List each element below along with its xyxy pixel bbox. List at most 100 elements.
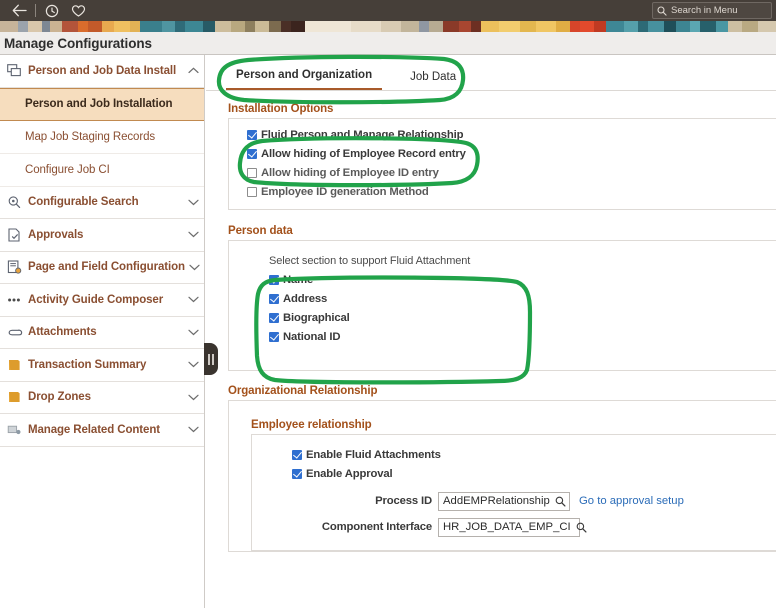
clock-icon[interactable] bbox=[39, 1, 65, 21]
sidebar-subitem-label: Map Job Staging Records bbox=[25, 130, 156, 143]
tab-label: Job Data bbox=[410, 71, 457, 83]
sidebar-item-label: Manage Related Content bbox=[28, 423, 160, 436]
sidebar-item-manage-related-content[interactable]: Manage Related Content bbox=[0, 414, 204, 447]
chevron-down-icon[interactable] bbox=[182, 329, 204, 336]
person-data-hint: Select section to support Fluid Attachme… bbox=[269, 254, 471, 267]
sidebar-item-person-and-job-installation[interactable]: Person and Job Installation bbox=[0, 87, 204, 121]
checkbox-row[interactable]: Fluid Person and Manage Relationship bbox=[229, 125, 776, 144]
sidebar-item-label: Person and Job Data Install bbox=[28, 64, 177, 77]
chevron-down-icon[interactable] bbox=[182, 361, 204, 368]
top-navigation-bar: Search in Menu bbox=[0, 0, 776, 21]
search-input[interactable]: Search in Menu bbox=[652, 2, 772, 19]
chevron-down-icon[interactable] bbox=[182, 199, 204, 206]
decorative-banner bbox=[0, 21, 776, 32]
checkbox-biographical[interactable] bbox=[269, 312, 279, 323]
sidebar-item-page-and-field-configuration[interactable]: Page and Field Configuration bbox=[0, 252, 204, 284]
checkbox-label: Employee ID generation Method bbox=[261, 185, 429, 198]
banner-segment bbox=[203, 21, 216, 32]
banner-segment bbox=[41, 21, 50, 32]
checkbox-allow-hiding-of-employee-record-entry[interactable] bbox=[247, 148, 257, 159]
installation-options-box: Fluid Person and Manage Relationship All… bbox=[228, 118, 776, 210]
checkbox-label: Allow hiding of Employee ID entry bbox=[261, 166, 439, 179]
checkbox-enable-approval[interactable] bbox=[292, 468, 302, 479]
input-value: HR_JOB_DATA_EMP_CI bbox=[443, 521, 571, 533]
sidebar-item-person-and-job-data-install[interactable]: Person and Job Data Install bbox=[0, 55, 204, 88]
tab-bar: Person and Organization Job Data bbox=[206, 55, 776, 91]
sidebar-subitem-label: Configure Job CI bbox=[25, 163, 110, 176]
sidebar-item-label: Activity Guide Composer bbox=[28, 293, 164, 306]
page-gear-icon bbox=[5, 258, 24, 276]
chevron-down-icon[interactable] bbox=[182, 296, 204, 303]
banner-segment bbox=[175, 21, 186, 32]
banner-segment bbox=[594, 21, 607, 32]
banner-segment bbox=[648, 21, 665, 32]
checkbox-label: National ID bbox=[283, 330, 341, 343]
sidebar-item-attachments[interactable]: Attachments bbox=[0, 317, 204, 349]
chevron-down-icon[interactable] bbox=[182, 394, 204, 401]
chevron-down-icon[interactable] bbox=[182, 231, 204, 238]
banner-segment bbox=[606, 21, 625, 32]
banner-segment bbox=[0, 21, 18, 32]
checkbox-row[interactable]: National ID bbox=[229, 327, 776, 346]
sidebar-navigation: Person and Job Data Install Person and J… bbox=[0, 55, 205, 608]
checkbox-allow-hiding-of-employee-id-entry[interactable] bbox=[247, 167, 257, 178]
checkbox-row[interactable]: Enable Fluid Attachments bbox=[252, 445, 776, 464]
banner-segment bbox=[676, 21, 690, 32]
process-id-input[interactable]: AddEMPRelationship bbox=[438, 491, 570, 511]
banner-segment bbox=[291, 21, 306, 32]
banner-segment bbox=[400, 21, 419, 32]
subsection-heading: Employee relationship bbox=[251, 419, 372, 431]
sidebar-item-map-job-staging-records[interactable]: Map Job Staging Records bbox=[0, 121, 204, 154]
sidebar-item-label: Transaction Summary bbox=[28, 358, 147, 371]
checkbox-label: Fluid Person and Manage Relationship bbox=[261, 128, 464, 141]
page-title: Manage Configurations bbox=[4, 35, 152, 51]
checkbox-row[interactable]: Address bbox=[229, 289, 776, 308]
back-arrow-icon[interactable] bbox=[6, 1, 32, 21]
checkbox-row[interactable]: Allow hiding of Employee Record entry bbox=[229, 144, 776, 163]
checkbox-row[interactable]: Enable Approval bbox=[252, 464, 776, 483]
banner-segment bbox=[269, 21, 282, 32]
checkbox-row[interactable]: Employee ID generation Method bbox=[229, 182, 776, 201]
sidebar-item-configurable-search[interactable]: Configurable Search bbox=[0, 187, 204, 219]
banner-segment bbox=[215, 21, 232, 32]
sidebar-item-activity-guide-composer[interactable]: Activity Guide Composer bbox=[0, 284, 204, 317]
organizational-relationship-section: Organizational Relationship Employee rel… bbox=[206, 385, 776, 552]
banner-segment bbox=[245, 21, 256, 32]
sidebar-item-configure-job-ci[interactable]: Configure Job CI bbox=[0, 154, 204, 187]
banner-segment bbox=[428, 21, 443, 32]
banner-segment bbox=[101, 21, 114, 32]
chevron-up-icon[interactable] bbox=[182, 67, 204, 74]
banner-segment bbox=[458, 21, 471, 32]
related-content-icon bbox=[5, 421, 24, 439]
tab-person-and-organization[interactable]: Person and Organization bbox=[226, 69, 383, 90]
banner-segment bbox=[185, 21, 204, 32]
heart-icon[interactable] bbox=[65, 1, 91, 21]
field-row-process-id: Process ID AddEMPRelationship Go to appr… bbox=[252, 488, 776, 514]
magnifier-icon[interactable] bbox=[555, 496, 566, 507]
checkbox-label: Allow hiding of Employee Record entry bbox=[261, 147, 466, 160]
checkbox-row[interactable]: Biographical bbox=[229, 308, 776, 327]
banner-segment bbox=[380, 21, 401, 32]
checkbox-fluid-person-and-manage-relationship[interactable] bbox=[247, 129, 257, 140]
sidebar-item-drop-zones[interactable]: Drop Zones bbox=[0, 382, 204, 414]
panel-resize-handle[interactable] bbox=[204, 343, 218, 375]
chevron-down-icon[interactable] bbox=[185, 264, 204, 271]
checkbox-label: Name bbox=[283, 273, 314, 286]
banner-segment bbox=[715, 21, 728, 32]
sidebar-item-approvals[interactable]: Approvals bbox=[0, 219, 204, 252]
checkbox-employee-id-generation-method[interactable] bbox=[247, 186, 257, 197]
chevron-down-icon[interactable] bbox=[182, 426, 204, 433]
component-interface-input[interactable]: HR_JOB_DATA_EMP_CI bbox=[438, 517, 587, 537]
sidebar-item-label: Page and Field Configuration bbox=[28, 261, 185, 274]
checkbox-national-id[interactable] bbox=[269, 331, 279, 342]
checkbox-address[interactable] bbox=[269, 293, 279, 304]
checkbox-name[interactable] bbox=[269, 274, 279, 285]
checkbox-enable-fluid-attachments[interactable] bbox=[292, 449, 302, 460]
banner-segment bbox=[442, 21, 459, 32]
tab-job-data[interactable]: Job Data bbox=[400, 71, 466, 90]
checkbox-row[interactable]: Allow hiding of Employee ID entry bbox=[229, 163, 776, 182]
checkbox-row[interactable]: Name bbox=[229, 270, 776, 289]
sidebar-item-transaction-summary[interactable]: Transaction Summary bbox=[0, 349, 204, 382]
magnifier-icon[interactable] bbox=[576, 522, 587, 533]
go-to-approval-setup-link[interactable]: Go to approval setup bbox=[579, 495, 684, 507]
